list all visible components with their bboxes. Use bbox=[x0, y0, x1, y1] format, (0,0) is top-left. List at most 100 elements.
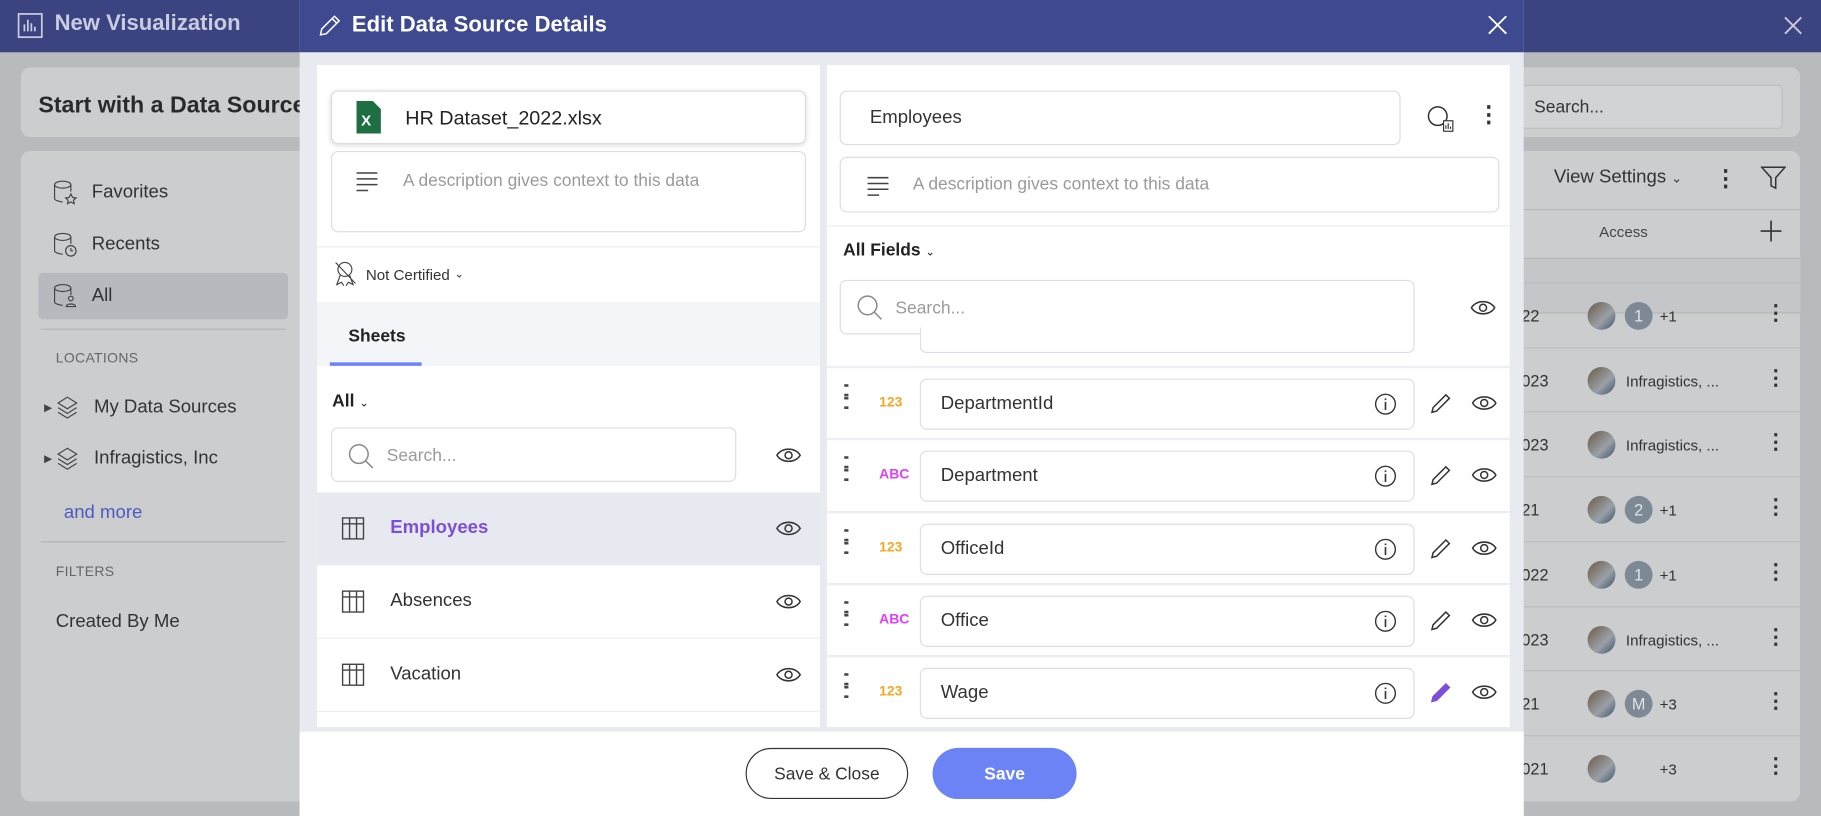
filter-icon[interactable] bbox=[1760, 165, 1787, 191]
certification-dropdown[interactable]: Not Certified ⌄ bbox=[332, 260, 464, 288]
table-row[interactable]: 021 +3 ⋮ bbox=[1521, 735, 1801, 800]
drag-handle-icon[interactable]: ⁚⁚ ⁚⁚ bbox=[842, 454, 851, 484]
dialog-footer bbox=[299, 731, 1524, 816]
eye-icon[interactable] bbox=[1471, 466, 1497, 485]
info-icon[interactable] bbox=[1374, 610, 1397, 633]
field-search-input[interactable]: Search... bbox=[839, 279, 1415, 335]
row-menu-icon[interactable]: ⋮ bbox=[1765, 560, 1786, 584]
expand-icon[interactable]: ▶ bbox=[44, 452, 52, 465]
row-date: 022 bbox=[1521, 565, 1549, 584]
field-filter-dropdown[interactable]: All Fields ⌄ bbox=[843, 240, 935, 260]
sheet-row[interactable]: Vacation bbox=[317, 639, 820, 712]
and-more-link[interactable]: and more bbox=[64, 503, 143, 524]
row-menu-icon[interactable]: ⋮ bbox=[1765, 754, 1786, 778]
close-icon[interactable] bbox=[1784, 16, 1803, 35]
table-row[interactable]: 023 Infragistics, ... ⋮ bbox=[1521, 605, 1801, 671]
row-access: Infragistics, ... bbox=[1625, 437, 1720, 455]
divider bbox=[40, 541, 286, 543]
drag-handle-icon[interactable]: ⁚⁚ ⁚⁚ bbox=[842, 671, 851, 701]
search-icon bbox=[348, 444, 374, 469]
edit-icon[interactable] bbox=[1430, 681, 1453, 704]
field-name-input[interactable]: OfficeId bbox=[919, 523, 1415, 575]
add-icon[interactable] bbox=[1759, 219, 1782, 242]
table-row[interactable]: 22 1 +1 ⋮ bbox=[1521, 282, 1801, 347]
drag-handle-icon[interactable]: ⁚⁚ ⁚⁚ bbox=[842, 599, 851, 629]
filter-created-by-me[interactable]: Created By Me bbox=[56, 612, 180, 633]
row-menu-icon[interactable]: ⋮ bbox=[1765, 689, 1786, 713]
table-row[interactable]: 21 2 +1 ⋮ bbox=[1521, 476, 1801, 541]
tab-sheets[interactable]: Sheets bbox=[329, 302, 422, 366]
edit-icon[interactable] bbox=[1430, 536, 1453, 559]
description-field[interactable]: A description gives context to this data bbox=[330, 150, 806, 233]
eye-icon[interactable] bbox=[776, 446, 802, 465]
view-settings-dropdown[interactable]: View Settings ⌄ bbox=[1554, 167, 1682, 188]
dataset-name-field[interactable]: Employees bbox=[839, 90, 1401, 146]
sidebar-item-all[interactable]: All bbox=[38, 272, 289, 320]
eye-icon[interactable] bbox=[1470, 298, 1496, 317]
pencil-icon bbox=[319, 15, 341, 36]
eye-icon[interactable] bbox=[1471, 683, 1497, 702]
sidebar-item-recents[interactable]: Recents bbox=[38, 222, 288, 268]
award-icon bbox=[335, 261, 356, 287]
info-icon[interactable] bbox=[1374, 465, 1397, 488]
row-date: 023 bbox=[1521, 630, 1549, 649]
drag-handle-icon[interactable]: ⁚⁚ ⁚⁚ bbox=[842, 527, 851, 557]
sheet-row[interactable]: Absences bbox=[317, 566, 820, 639]
eye-icon[interactable] bbox=[776, 592, 802, 611]
save-button[interactable]: Save bbox=[932, 747, 1077, 800]
table-row[interactable]: 023 Infragistics, ... ⋮ bbox=[1521, 411, 1801, 477]
eye-icon[interactable] bbox=[776, 665, 802, 684]
edit-icon[interactable] bbox=[1430, 464, 1453, 487]
row-access: +1 bbox=[1659, 501, 1677, 520]
eye-icon[interactable] bbox=[776, 519, 802, 538]
location-my-data-sources[interactable]: ▶ My Data Sources bbox=[44, 384, 294, 430]
info-icon[interactable] bbox=[1374, 393, 1397, 416]
description-placeholder: A description gives context to this data bbox=[402, 170, 700, 191]
row-menu-icon[interactable]: ⋮ bbox=[1765, 365, 1786, 389]
row-menu-icon[interactable]: ⋮ bbox=[1765, 430, 1786, 454]
expand-icon[interactable]: ▶ bbox=[44, 401, 52, 414]
edit-icon[interactable] bbox=[1430, 608, 1453, 631]
search-input[interactable]: Search... bbox=[1521, 84, 1783, 129]
layers-icon bbox=[56, 447, 78, 470]
drag-handle-icon[interactable]: ⁚⁚ ⁚⁚ bbox=[842, 382, 851, 412]
row-menu-icon[interactable]: ⋮ bbox=[1765, 301, 1786, 325]
field-name-input[interactable]: Department bbox=[919, 450, 1415, 503]
field-name: Wage bbox=[940, 683, 989, 703]
eye-icon[interactable] bbox=[1471, 394, 1497, 413]
eye-icon[interactable] bbox=[1471, 611, 1497, 630]
more-options-icon[interactable]: ⋮ bbox=[1714, 164, 1737, 193]
sidebar-item-favorites[interactable]: Favorites bbox=[38, 170, 288, 216]
edit-icon[interactable] bbox=[1430, 391, 1453, 414]
field-name: DepartmentId bbox=[940, 393, 1054, 414]
field-row: ⁚⁚ ⁚⁚ 123 Wage bbox=[826, 655, 1510, 727]
location-infragistics[interactable]: ▶ Infragistics, Inc bbox=[44, 436, 294, 482]
search-data-icon[interactable] bbox=[1426, 105, 1456, 135]
description-placeholder: A description gives context to this data bbox=[912, 174, 1210, 194]
sheet-filter-dropdown[interactable]: All ⌄ bbox=[332, 391, 369, 411]
info-icon[interactable] bbox=[1374, 682, 1397, 705]
table-row[interactable]: 023 Infragistics, ... ⋮ bbox=[1521, 346, 1801, 412]
field-name-input[interactable]: DepartmentId bbox=[919, 378, 1415, 430]
row-date: 023 bbox=[1521, 371, 1549, 390]
row-menu-icon[interactable]: ⋮ bbox=[1765, 624, 1786, 648]
sheet-search-input[interactable]: Search... bbox=[330, 427, 737, 482]
file-name-field[interactable]: X HR Dataset_2022.xlsx bbox=[330, 90, 806, 145]
search-icon bbox=[857, 295, 882, 320]
sheet-name: Absences bbox=[390, 591, 472, 611]
eye-icon[interactable] bbox=[1471, 538, 1497, 557]
close-icon[interactable] bbox=[1488, 15, 1508, 35]
field-name-input[interactable]: Wage bbox=[919, 667, 1415, 720]
text-lines-icon bbox=[356, 172, 378, 192]
save-and-close-button[interactable]: Save & Close bbox=[745, 747, 909, 800]
field-row: ⁚⁚ ⁚⁚ 123 DepartmentId bbox=[826, 365, 1510, 440]
more-options-icon[interactable]: ⋮ bbox=[1477, 100, 1500, 129]
table-row[interactable]: 21 M +3 ⋮ bbox=[1521, 670, 1801, 735]
info-icon[interactable] bbox=[1374, 537, 1397, 560]
dataset-description-field[interactable]: A description gives context to this data bbox=[839, 156, 1500, 213]
sidebar-item-label: Recents bbox=[91, 234, 160, 255]
sheet-row[interactable]: Employees bbox=[317, 492, 820, 566]
field-name-input[interactable]: Office bbox=[919, 595, 1415, 647]
table-row[interactable]: 022 1 +1 ⋮ bbox=[1521, 540, 1801, 606]
row-menu-icon[interactable]: ⋮ bbox=[1765, 495, 1786, 519]
